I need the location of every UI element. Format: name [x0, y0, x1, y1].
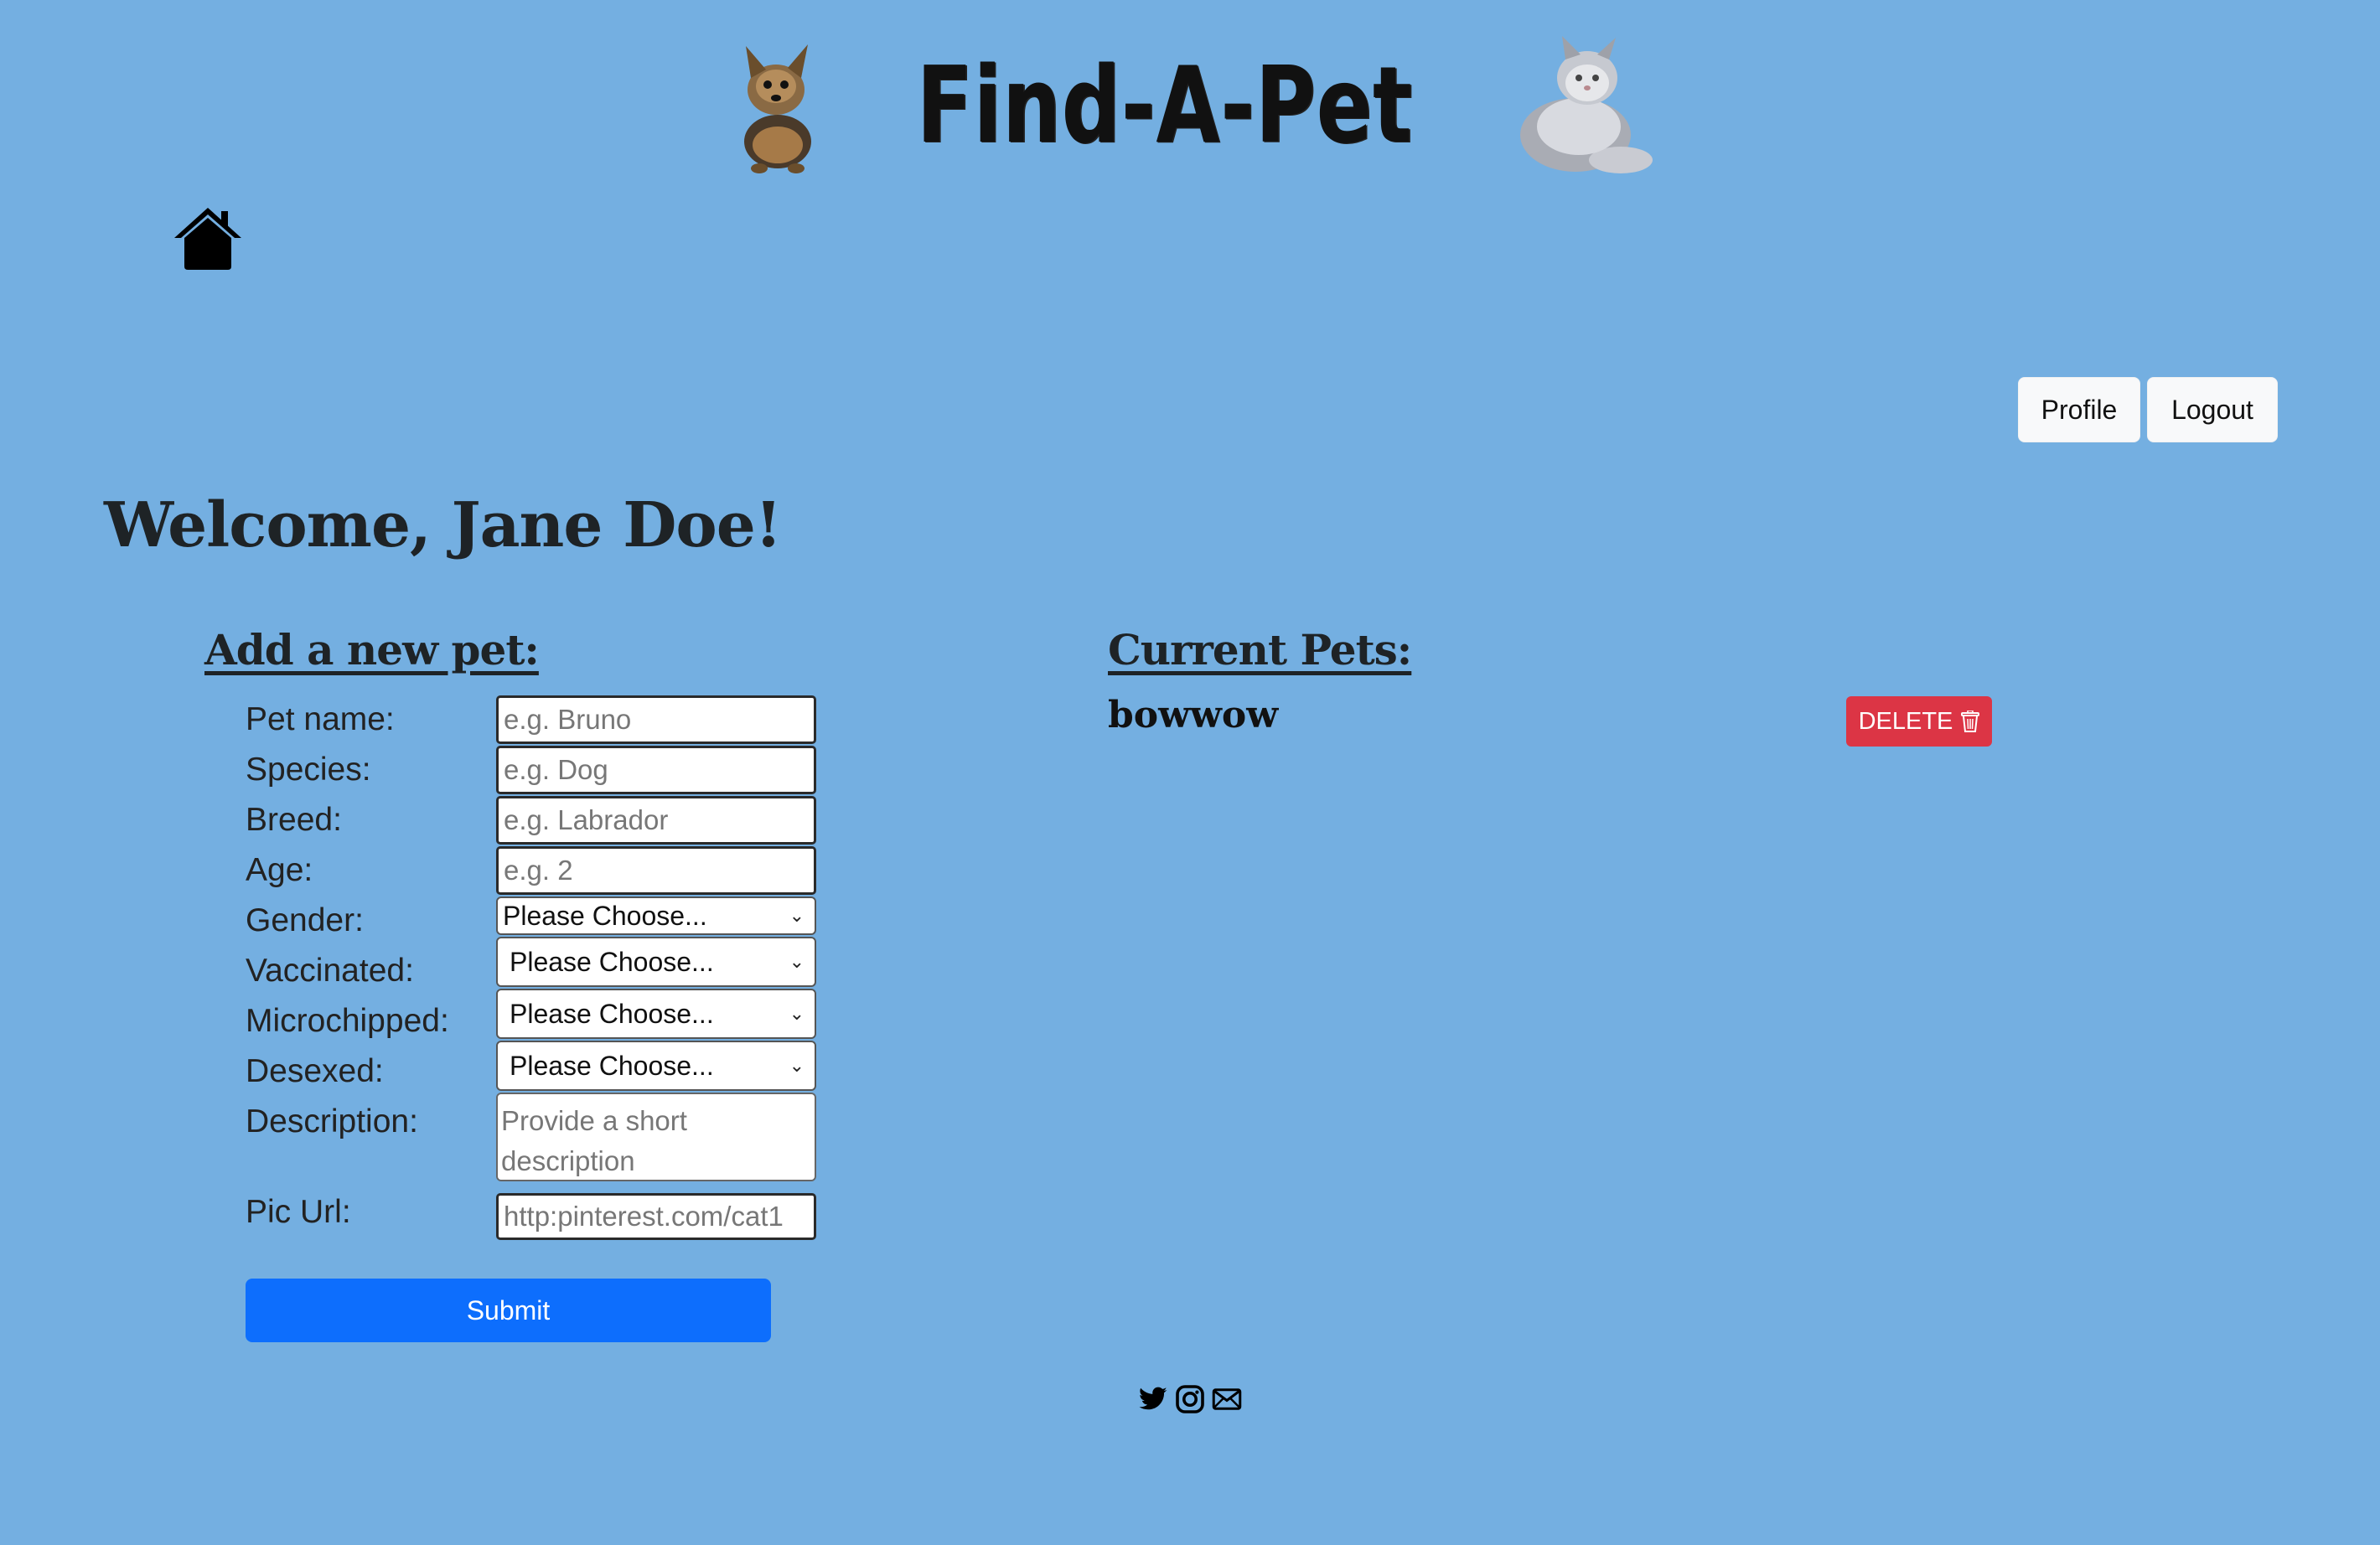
twitter-icon[interactable]: [1138, 1384, 1168, 1414]
gender-select[interactable]: Please Choose... ⌄: [496, 897, 816, 935]
trash-icon: [1961, 710, 1980, 732]
vaccinated-select[interactable]: Please Choose... ⌄: [496, 937, 816, 987]
age-input[interactable]: [496, 846, 816, 895]
pet-name: bowwow: [1108, 694, 1279, 736]
home-icon[interactable]: [173, 206, 243, 270]
delete-pet-button[interactable]: DELETE: [1846, 696, 1992, 747]
microchipped-select[interactable]: Please Choose... ⌄: [496, 989, 816, 1039]
species-label: Species:: [246, 752, 371, 788]
description-textarea[interactable]: [496, 1093, 816, 1181]
mail-icon[interactable]: [1212, 1384, 1242, 1414]
current-pets-heading: Current Pets:: [1108, 625, 1412, 674]
pet-name-input[interactable]: [496, 695, 816, 744]
chevron-down-icon: ⌄: [789, 1003, 805, 1024]
gender-label: Gender:: [246, 902, 364, 938]
add-pet-heading: Add a new pet:: [204, 625, 540, 674]
pic-url-label: Pic Url:: [246, 1194, 351, 1230]
chevron-down-icon: ⌄: [789, 951, 805, 972]
brand: Find-A-Pet: [726, 34, 1653, 177]
chevron-down-icon: ⌄: [789, 905, 805, 926]
logout-button[interactable]: Logout: [2147, 377, 2278, 442]
breed-input[interactable]: [496, 796, 816, 845]
pic-url-input[interactable]: [496, 1193, 816, 1240]
delete-label: DELETE: [1858, 707, 1953, 735]
desexed-select-value: Please Choose...: [510, 1050, 714, 1081]
pet-name-label: Pet name:: [246, 701, 395, 737]
chevron-down-icon: ⌄: [789, 1055, 805, 1076]
gender-select-value: Please Choose...: [503, 900, 707, 931]
microchipped-label: Microchipped:: [246, 1003, 449, 1039]
submit-button[interactable]: Submit: [246, 1279, 771, 1342]
age-label: Age:: [246, 852, 313, 888]
profile-button[interactable]: Profile: [2018, 377, 2140, 442]
microchipped-select-value: Please Choose...: [510, 998, 714, 1029]
species-input[interactable]: [496, 746, 816, 794]
dog-image: [744, 44, 812, 173]
site-title: Find-A-Pet: [916, 44, 1414, 167]
cat-image: [1519, 36, 1653, 173]
breed-label: Breed:: [246, 802, 342, 838]
instagram-icon[interactable]: [1175, 1384, 1205, 1414]
desexed-select[interactable]: Please Choose... ⌄: [496, 1041, 816, 1091]
site-header: Find-A-Pet: [0, 30, 2380, 181]
desexed-label: Desexed:: [246, 1053, 384, 1089]
welcome-heading: Welcome, Jane Doe!: [104, 489, 782, 561]
vaccinated-label: Vaccinated:: [246, 953, 414, 989]
description-label: Description:: [246, 1103, 418, 1139]
footer-social: [1138, 1382, 1242, 1416]
vaccinated-select-value: Please Choose...: [510, 946, 714, 977]
